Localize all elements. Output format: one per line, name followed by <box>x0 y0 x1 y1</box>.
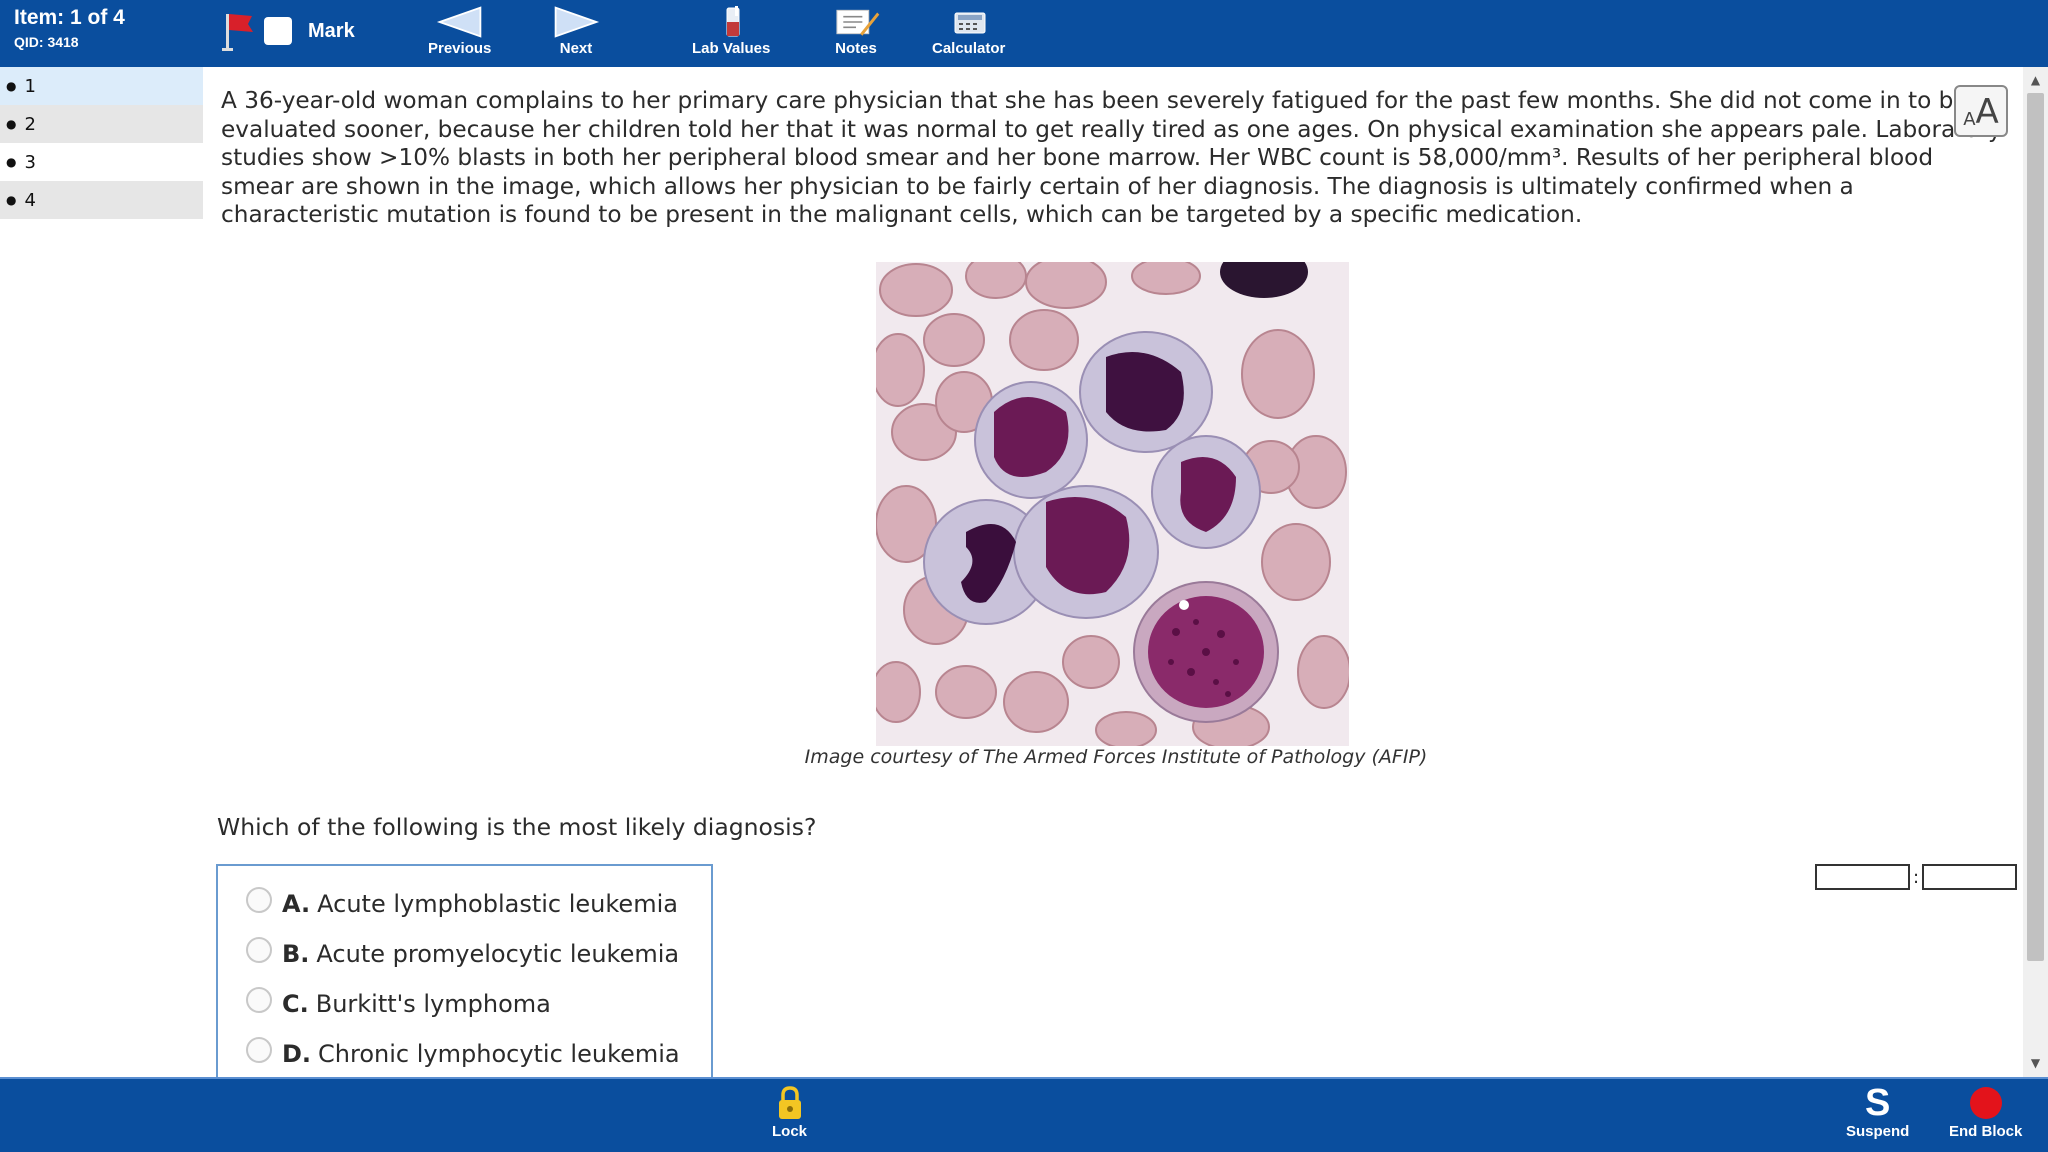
answer-letter: A. <box>282 890 311 918</box>
top-toolbar: Item: 1 of 4 QID: 3418 Mark Previous Nex… <box>0 0 2048 67</box>
nav-bullet: ● <box>6 79 17 93</box>
next-button[interactable]: Next <box>552 4 600 57</box>
answer-letter: C. <box>282 990 309 1018</box>
nav-bullet: ● <box>6 155 17 169</box>
question-stem: A 36-year-old woman complains to her pri… <box>221 87 2002 229</box>
timer-separator: : <box>1913 866 1920 888</box>
suspend-label: Suspend <box>1846 1123 1910 1140</box>
nav-item-3[interactable]: ● 3 <box>0 143 203 181</box>
answer-letter: D. <box>282 1040 312 1068</box>
item-counter: Item: 1 of 4 <box>14 6 125 29</box>
mark-label: Mark <box>308 19 355 42</box>
lock-label: Lock <box>772 1123 808 1140</box>
vertical-scrollbar[interactable]: ▲ ▼ <box>2023 67 2048 1077</box>
blood-smear-image[interactable] <box>876 262 1349 746</box>
nav-item-label: 3 <box>24 151 36 173</box>
nav-item-4[interactable]: ● 4 <box>0 181 203 219</box>
suspend-button[interactable]: S Suspend <box>1846 1082 1910 1140</box>
answer-radio[interactable] <box>246 887 272 913</box>
end-block-button[interactable]: End Block <box>1949 1085 2022 1140</box>
scroll-thumb[interactable] <box>2027 93 2044 961</box>
padlock-icon <box>778 1086 801 1119</box>
timer-display: : <box>1815 864 2018 890</box>
notes-label: Notes <box>835 40 877 57</box>
lab-values-button[interactable]: Lab Values <box>692 4 770 57</box>
font-size-large-a: A <box>1975 92 1999 132</box>
answer-choice-d[interactable]: D. Chronic lymphocytic leukemia <box>246 1037 680 1068</box>
timer-seconds <box>1922 864 2018 890</box>
notes-icon <box>836 9 880 36</box>
nav-item-label: 1 <box>24 75 36 97</box>
answer-choices: A. Acute lymphoblastic leukemia B. Acute… <box>216 864 713 1077</box>
nav-bullet: ● <box>6 117 17 131</box>
image-caption-text: Image courtesy of The Armed Forces Insti… <box>804 746 1428 768</box>
scroll-up-icon[interactable]: ▲ <box>2027 72 2044 89</box>
answer-text: Acute promyelocytic leukemia <box>316 940 680 968</box>
previous-button[interactable]: Previous <box>428 4 491 57</box>
previous-label: Previous <box>428 40 492 57</box>
question-id: QID: 3418 <box>14 34 79 50</box>
lab-flask-icon <box>726 6 740 37</box>
answer-choice-b[interactable]: B. Acute promyelocytic leukemia <box>246 937 680 968</box>
answer-choice-c[interactable]: C. Burkitt's lymphoma <box>246 987 551 1018</box>
nav-item-2[interactable]: ● 2 <box>0 105 203 143</box>
answer-radio[interactable] <box>246 1037 272 1063</box>
lab-values-label: Lab Values <box>692 40 771 57</box>
answer-choice-a[interactable]: A. Acute lymphoblastic leukemia <box>246 887 678 918</box>
nav-item-1[interactable]: ● 1 <box>0 67 203 105</box>
question-panel: A 36-year-old woman complains to her pri… <box>203 67 2023 1077</box>
mark-checkbox[interactable] <box>264 17 292 45</box>
suspend-icon: S <box>1864 1082 1891 1124</box>
answer-radio[interactable] <box>246 987 272 1013</box>
left-arrow-icon <box>436 6 481 38</box>
notes-button[interactable]: Notes <box>832 4 880 57</box>
answer-text: Burkitt's lymphoma <box>315 990 551 1018</box>
timer-minutes <box>1815 864 1910 890</box>
mark-control[interactable]: Mark <box>222 8 355 54</box>
stop-circle-icon <box>1969 1087 2002 1119</box>
nav-item-label: 2 <box>24 113 36 135</box>
answer-letter: B. <box>282 940 310 968</box>
calculator-icon <box>954 12 986 34</box>
font-size-small-a: A <box>1963 109 1976 130</box>
question-prompt: Which of the following is the most likel… <box>217 813 817 841</box>
answer-text: Acute lymphoblastic leukemia <box>317 890 678 918</box>
calculator-button[interactable]: Calculator <box>932 4 1005 57</box>
end-block-label: End Block <box>1949 1123 2023 1140</box>
bottom-toolbar: Lock S Suspend End Block <box>0 1077 2048 1152</box>
answer-radio[interactable] <box>246 937 272 963</box>
nav-bullet: ● <box>6 193 17 207</box>
question-navigator: ● 1 ● 2 ● 3 ● 4 <box>0 67 203 219</box>
calculator-label: Calculator <box>932 40 1006 57</box>
scroll-down-icon[interactable]: ▼ <box>2027 1055 2044 1072</box>
answer-text: Chronic lymphocytic leukemia <box>318 1040 680 1068</box>
flag-icon <box>222 14 253 51</box>
right-arrow-icon <box>554 6 600 38</box>
next-label: Next <box>559 40 593 57</box>
item-info: Item: 1 of 4 QID: 3418 <box>14 6 125 52</box>
font-size-button[interactable]: A A <box>1954 85 2008 137</box>
lock-button[interactable]: Lock <box>772 1085 807 1140</box>
nav-item-label: 4 <box>24 189 36 211</box>
image-caption: Image courtesy of The Armed Forces Insti… <box>203 746 2023 768</box>
